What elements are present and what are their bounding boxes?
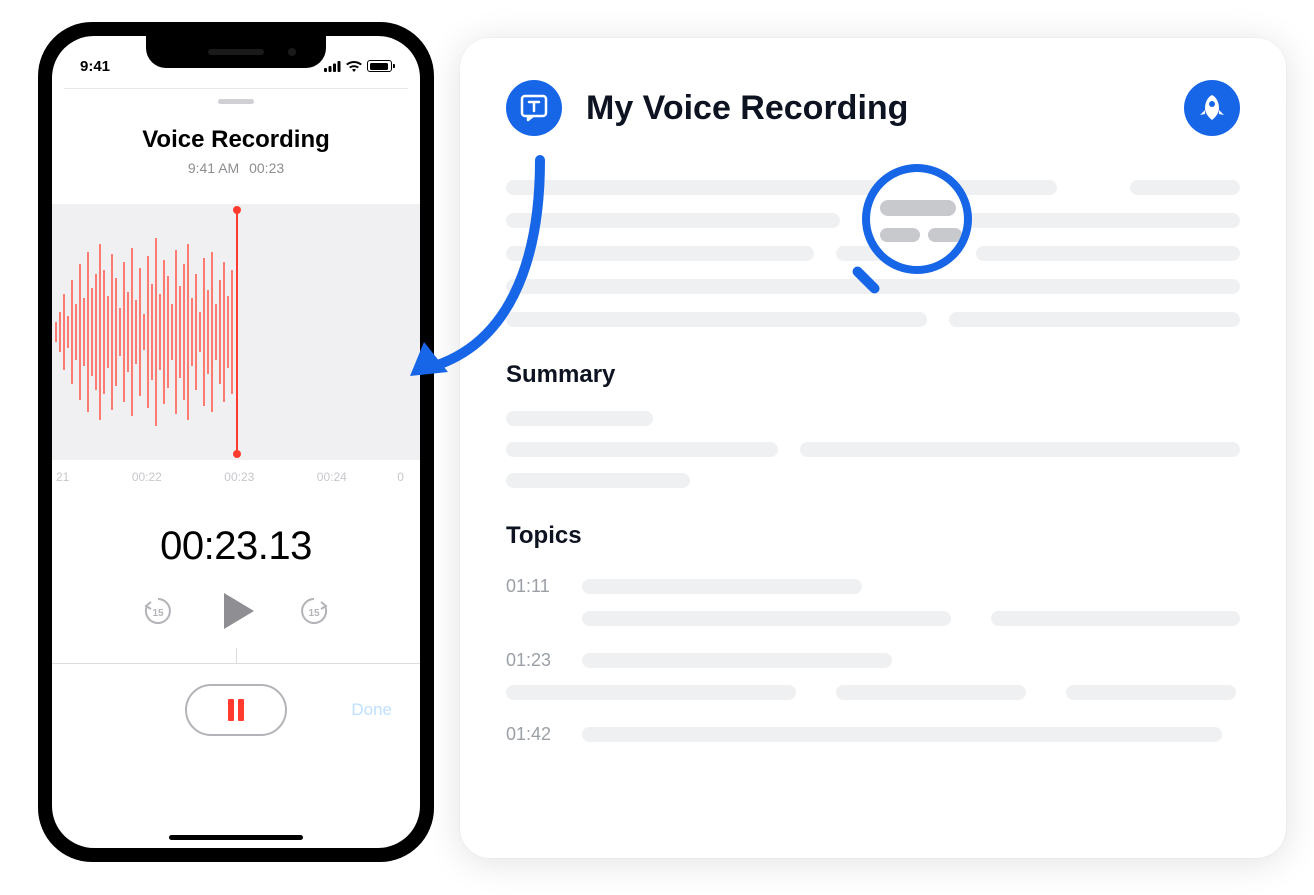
ruler-tick: 00:24 bbox=[317, 470, 347, 484]
transcript-skeleton bbox=[506, 180, 1240, 327]
summary-heading: Summary bbox=[506, 361, 1240, 389]
divider bbox=[52, 663, 420, 664]
card-title: My Voice Recording bbox=[586, 89, 1160, 128]
play-button[interactable] bbox=[224, 593, 254, 629]
topic-item[interactable]: 01:42 bbox=[506, 724, 1240, 745]
topic-timestamp: 01:23 bbox=[506, 650, 560, 671]
status-indicators bbox=[324, 60, 392, 72]
recording-title: Voice Recording bbox=[52, 126, 420, 154]
recording-time: 9:41 AM bbox=[188, 160, 239, 176]
playhead[interactable] bbox=[236, 210, 238, 454]
elapsed-timer: 00:23.13 bbox=[52, 524, 420, 569]
svg-text:15: 15 bbox=[308, 608, 320, 619]
topic-item[interactable]: 01:23 bbox=[506, 650, 1240, 700]
drag-handle[interactable] bbox=[218, 99, 254, 104]
divider bbox=[64, 88, 408, 89]
recording-subtitle: 9:41 AM 00:23 bbox=[52, 160, 420, 176]
ruler-tick: 00:22 bbox=[132, 470, 162, 484]
skip-forward-15-icon[interactable]: 15 bbox=[298, 595, 330, 627]
pause-button[interactable] bbox=[185, 684, 287, 736]
status-time: 9:41 bbox=[80, 58, 110, 75]
svg-text:15: 15 bbox=[152, 608, 164, 619]
pause-row: Done bbox=[52, 684, 420, 736]
battery-icon bbox=[367, 60, 392, 72]
card-header: My Voice Recording bbox=[506, 80, 1240, 136]
transport-controls: 15 15 bbox=[52, 593, 420, 629]
topic-timestamp: 01:11 bbox=[506, 576, 560, 597]
time-ruler: 21 00:22 00:23 00:24 0 bbox=[52, 460, 420, 484]
home-indicator[interactable] bbox=[169, 835, 303, 840]
signal-icon bbox=[324, 61, 341, 72]
phone-notch bbox=[146, 36, 326, 68]
waveform[interactable] bbox=[52, 204, 420, 460]
topic-item[interactable]: 01:11 bbox=[506, 576, 1240, 626]
app-logo bbox=[506, 80, 562, 136]
ruler-tick: 0 bbox=[397, 470, 404, 484]
skip-back-15-icon[interactable]: 15 bbox=[142, 595, 174, 627]
rocket-badge[interactable] bbox=[1184, 80, 1240, 136]
done-button[interactable]: Done bbox=[351, 700, 392, 720]
transcription-card: My Voice Recording Summary T bbox=[460, 38, 1286, 858]
ruler-tick: 00:23 bbox=[224, 470, 254, 484]
wifi-icon bbox=[346, 60, 362, 72]
rocket-icon bbox=[1197, 93, 1227, 123]
phone-mockup: 9:41 Voice Recording 9:41 AM 00:23 bbox=[38, 22, 434, 862]
t-logo-icon bbox=[519, 93, 549, 123]
topics-heading: Topics bbox=[506, 522, 1240, 550]
ruler-tick: 21 bbox=[56, 470, 69, 484]
topic-timestamp: 01:42 bbox=[506, 724, 560, 745]
summary-skeleton bbox=[506, 411, 1240, 488]
phone-screen: 9:41 Voice Recording 9:41 AM 00:23 bbox=[52, 36, 420, 848]
recording-duration: 00:23 bbox=[249, 160, 284, 176]
topics-list: 01:11 01:23 01:42 bbox=[506, 576, 1240, 745]
